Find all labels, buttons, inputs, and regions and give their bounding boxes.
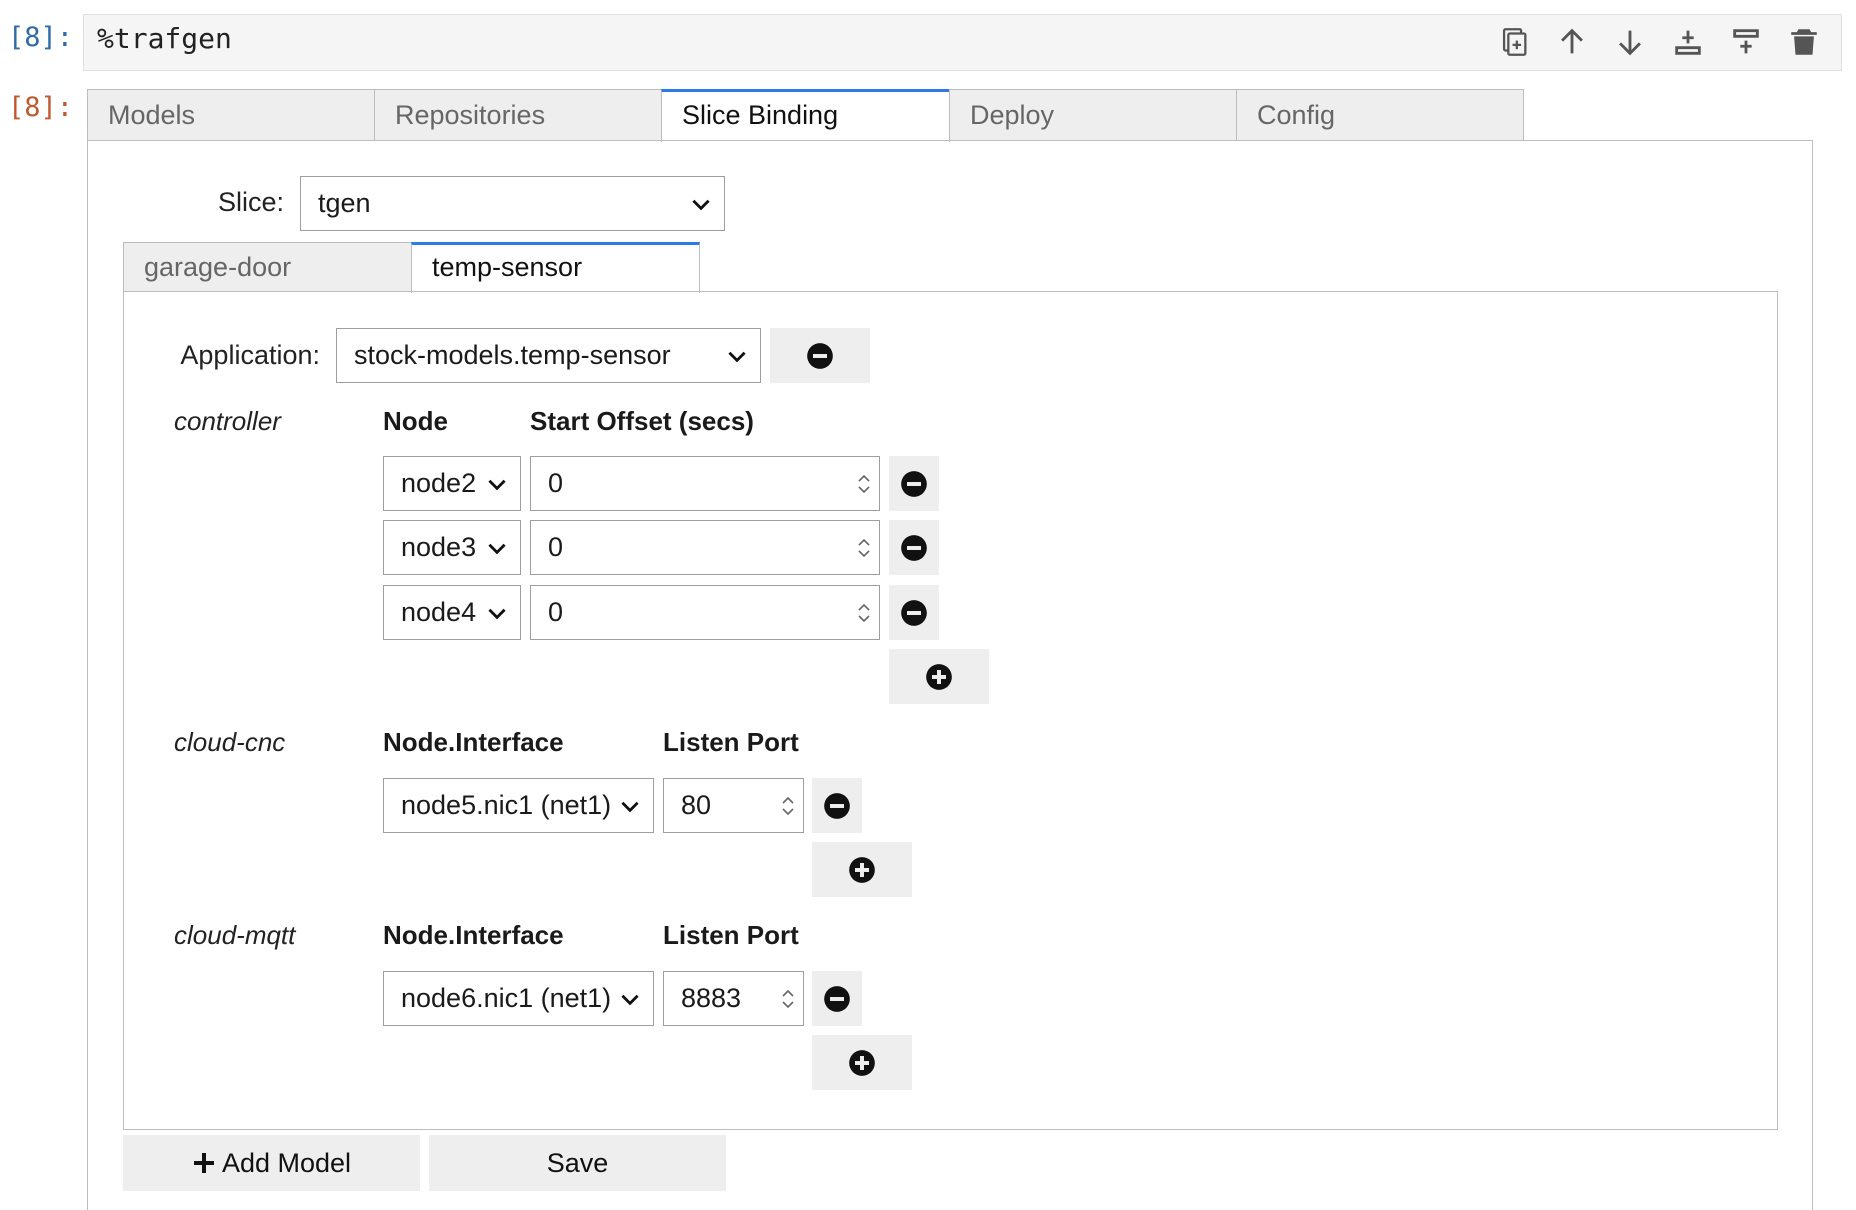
- insert-above-icon[interactable]: [1729, 25, 1763, 59]
- tab-temp-sensor[interactable]: temp-sensor: [411, 242, 700, 293]
- slice-select-value: tgen: [318, 188, 371, 218]
- listen-port-input[interactable]: 8883: [663, 971, 804, 1026]
- slice-label: Slice:: [217, 187, 284, 217]
- role-name-cloud-cnc: cloud-cnc: [174, 727, 286, 757]
- remove-row-button[interactable]: [812, 971, 862, 1026]
- node-select-value: node4: [401, 597, 477, 627]
- add-model-button[interactable]: Add Model: [123, 1135, 420, 1191]
- remove-row-button[interactable]: [812, 778, 862, 833]
- plus-icon: [193, 1153, 214, 1173]
- minus-circle-icon: [824, 792, 850, 819]
- node-select[interactable]: node2: [383, 456, 521, 511]
- add-controller-row-button[interactable]: [889, 649, 989, 704]
- chevron-down-icon: [621, 801, 639, 812]
- remove-row-button[interactable]: [889, 585, 939, 640]
- chevron-down-icon: [728, 351, 746, 362]
- node-interface-select[interactable]: node5.nic1 (net1): [383, 778, 654, 833]
- minus-circle-icon: [901, 534, 927, 561]
- temp-sensor-panel: [123, 291, 1778, 1130]
- remove-row-button[interactable]: [889, 456, 939, 511]
- application-select-value: stock-models.temp-sensor: [354, 340, 671, 370]
- spinner-arrows-icon[interactable]: [855, 534, 873, 562]
- save-label: Save: [546, 1147, 609, 1178]
- minus-circle-icon: [807, 342, 833, 369]
- tab-config[interactable]: Config: [1236, 89, 1524, 141]
- start-offset-input[interactable]: 0: [530, 456, 880, 511]
- tab-garage-door[interactable]: garage-door: [123, 242, 412, 292]
- minus-circle-icon: [824, 985, 850, 1012]
- column-header-node-interface: Node.Interface: [383, 920, 564, 950]
- listen-port-input[interactable]: 80: [663, 778, 804, 833]
- tab-deploy[interactable]: Deploy: [949, 89, 1237, 141]
- spinner-arrows-icon[interactable]: [855, 599, 873, 627]
- application-label: Application:: [180, 340, 320, 370]
- node-select-value: node3: [401, 532, 477, 562]
- start-offset-input[interactable]: 0: [530, 585, 880, 640]
- start-offset-input[interactable]: 0: [530, 520, 880, 575]
- plus-circle-icon: [849, 856, 875, 883]
- chevron-down-icon: [488, 543, 506, 554]
- move-up-icon[interactable]: [1555, 25, 1589, 59]
- node-interface-select[interactable]: node6.nic1 (net1): [383, 971, 654, 1026]
- output-prompt: [8]:: [8, 92, 74, 123]
- plus-circle-icon: [926, 663, 952, 690]
- chevron-down-icon: [621, 994, 639, 1005]
- minus-circle-icon: [901, 470, 927, 497]
- listen-port-value: 8883: [681, 983, 742, 1013]
- column-header-listen-port: Listen Port: [663, 727, 799, 757]
- node-select[interactable]: node4: [383, 585, 521, 640]
- start-offset-value: 0: [548, 468, 564, 498]
- spinner-arrows-icon[interactable]: [779, 985, 797, 1013]
- spinner-arrows-icon[interactable]: [779, 792, 797, 820]
- delete-icon[interactable]: [1787, 25, 1821, 59]
- start-offset-value: 0: [548, 597, 564, 627]
- save-button[interactable]: Save: [429, 1135, 726, 1191]
- start-offset-value: 0: [548, 532, 564, 562]
- node-select-value: node2: [401, 468, 477, 498]
- chevron-down-icon: [692, 199, 710, 210]
- remove-application-button[interactable]: [770, 328, 870, 383]
- column-header-start-offset: Start Offset (secs): [530, 406, 754, 436]
- chevron-down-icon: [488, 479, 506, 490]
- duplicate-icon[interactable]: [1497, 25, 1531, 59]
- role-name-cloud-mqtt: cloud-mqtt: [174, 920, 296, 950]
- spinner-arrows-icon[interactable]: [855, 470, 873, 498]
- remove-row-button[interactable]: [889, 520, 939, 575]
- application-select[interactable]: stock-models.temp-sensor: [336, 328, 761, 383]
- insert-below-icon[interactable]: [1671, 25, 1705, 59]
- node-interface-select-value: node6.nic1 (net1): [401, 983, 612, 1013]
- column-header-listen-port: Listen Port: [663, 920, 799, 950]
- plus-circle-icon: [849, 1049, 875, 1076]
- add-cloud-cnc-row-button[interactable]: [812, 842, 912, 897]
- role-name-controller: controller: [174, 406, 281, 436]
- tab-slice-binding[interactable]: Slice Binding: [661, 89, 950, 142]
- chevron-down-icon: [488, 608, 506, 619]
- listen-port-value: 80: [681, 790, 712, 820]
- column-header-node-interface: Node.Interface: [383, 727, 564, 757]
- column-header-node: Node: [383, 406, 448, 436]
- code-text[interactable]: %trafgen: [97, 22, 232, 55]
- node-select[interactable]: node3: [383, 520, 521, 575]
- minus-circle-icon: [901, 599, 927, 626]
- slice-select[interactable]: tgen: [300, 176, 725, 231]
- add-model-label: Add Model: [221, 1147, 352, 1178]
- node-interface-select-value: node5.nic1 (net1): [401, 790, 612, 820]
- input-prompt: [8]:: [8, 22, 74, 53]
- tab-models[interactable]: Models: [87, 89, 375, 141]
- move-down-icon[interactable]: [1613, 25, 1647, 59]
- tab-repositories[interactable]: Repositories: [374, 89, 662, 141]
- add-cloud-mqtt-row-button[interactable]: [812, 1035, 912, 1090]
